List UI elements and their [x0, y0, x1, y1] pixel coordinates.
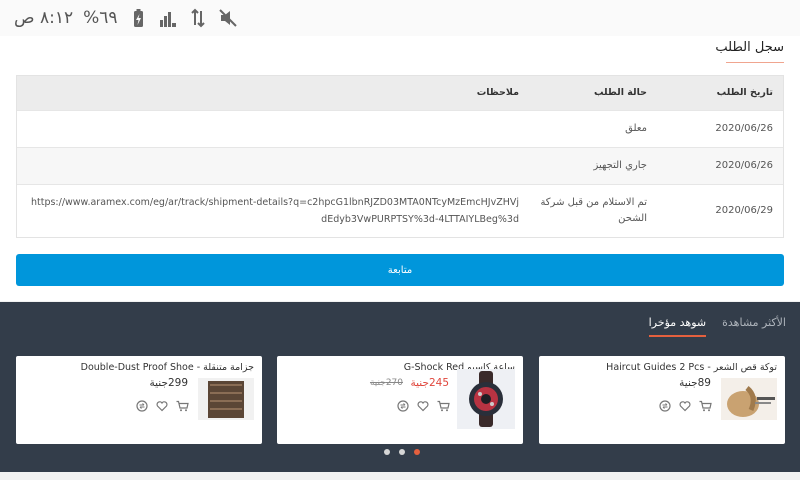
order-history-section: سجل الطلب تاريخ الطلب حالة الطلب ملاحظات… [0, 36, 800, 301]
product-image[interactable] [198, 378, 254, 420]
add-to-cart-icon[interactable] [176, 397, 189, 412]
compare-icon[interactable] [659, 397, 671, 412]
tracking-link[interactable]: https://www.aramex.com/eg/ar/track/shipm… [17, 194, 529, 228]
follow-button[interactable]: متابعة [16, 254, 784, 286]
table-header: تاريخ الطلب حالة الطلب ملاحظات [17, 76, 783, 110]
add-to-cart-icon[interactable] [437, 397, 450, 412]
header-status: حالة الطلب [593, 87, 647, 98]
product-name[interactable]: Double-Dust Proof Shoe - جزامة متنقلة [24, 362, 254, 373]
header-notes: ملاحظات [476, 87, 519, 98]
product-card[interactable]: Haircut Guides 2 Pcs - توكة قص الشعر 89ج… [539, 356, 785, 444]
tab-most-viewed[interactable]: الأكثر مشاهدة [722, 316, 786, 337]
pagination-dot-active[interactable] [414, 449, 420, 455]
product-image[interactable] [457, 369, 515, 429]
bottom-strip [0, 472, 800, 480]
status-bar: ٨:١٢ ص ٦٩% [0, 0, 800, 36]
tab-recently-viewed[interactable]: شوهد مؤخرا [648, 316, 707, 337]
table-row: 2020/06/26 جاري التجهيز [17, 147, 783, 184]
product-price: 245جنية [410, 377, 449, 389]
order-history-table: تاريخ الطلب حالة الطلب ملاحظات 2020/06/2… [16, 75, 784, 238]
wishlist-heart-icon[interactable] [156, 397, 168, 412]
row-status: معلق [625, 123, 647, 134]
product-actions [136, 397, 189, 412]
carousel-pagination [384, 449, 420, 455]
pagination-dot[interactable] [399, 449, 405, 455]
product-card[interactable]: Double-Dust Proof Shoe - جزامة متنقلة 29… [16, 356, 262, 444]
compare-icon[interactable] [397, 397, 409, 412]
header-date: تاريخ الطلب [716, 87, 773, 98]
signal-icon [158, 8, 178, 28]
title-underline [726, 62, 784, 63]
table-row: 2020/06/29 تم الاستلام من قبل شركة الشحن… [17, 184, 783, 237]
product-old-price: 270جنية [369, 378, 403, 388]
product-price: 89جنية [679, 377, 711, 389]
products-section: شوهد مؤخرا الأكثر مشاهدة Haircut Guides … [0, 302, 800, 472]
compare-icon[interactable] [136, 397, 148, 412]
pagination-dot[interactable] [384, 449, 390, 455]
product-card[interactable]: G-Shock Red ساعة كاسيو 245جنية 270جنية [277, 356, 523, 444]
row-status: تم الاستلام من قبل شركة الشحن [540, 197, 647, 224]
row-date: 2020/06/29 [715, 205, 773, 216]
battery-charging-icon [128, 8, 148, 28]
section-title: سجل الطلب [715, 40, 784, 55]
clock: ٨:١٢ ص [14, 8, 74, 28]
product-price: 299جنية [149, 377, 188, 389]
row-date: 2020/06/26 [715, 160, 773, 171]
wishlist-heart-icon[interactable] [417, 397, 429, 412]
row-date: 2020/06/26 [715, 123, 773, 134]
add-to-cart-icon[interactable] [699, 397, 712, 412]
table-row: 2020/06/26 معلق [17, 110, 783, 147]
status-group: ٨:١٢ ص ٦٩% [14, 6, 238, 30]
product-name[interactable]: Haircut Guides 2 Pcs - توكة قص الشعر [547, 362, 777, 373]
wishlist-heart-icon[interactable] [679, 397, 691, 412]
product-image[interactable] [721, 378, 777, 420]
row-status: جاري التجهيز [593, 160, 647, 171]
mute-icon [218, 8, 238, 28]
data-arrows-icon [188, 8, 208, 28]
battery-percent: ٦٩% [83, 8, 118, 28]
product-actions [659, 397, 712, 412]
product-tabs: شوهد مؤخرا الأكثر مشاهدة [648, 316, 786, 337]
product-actions [397, 397, 450, 412]
